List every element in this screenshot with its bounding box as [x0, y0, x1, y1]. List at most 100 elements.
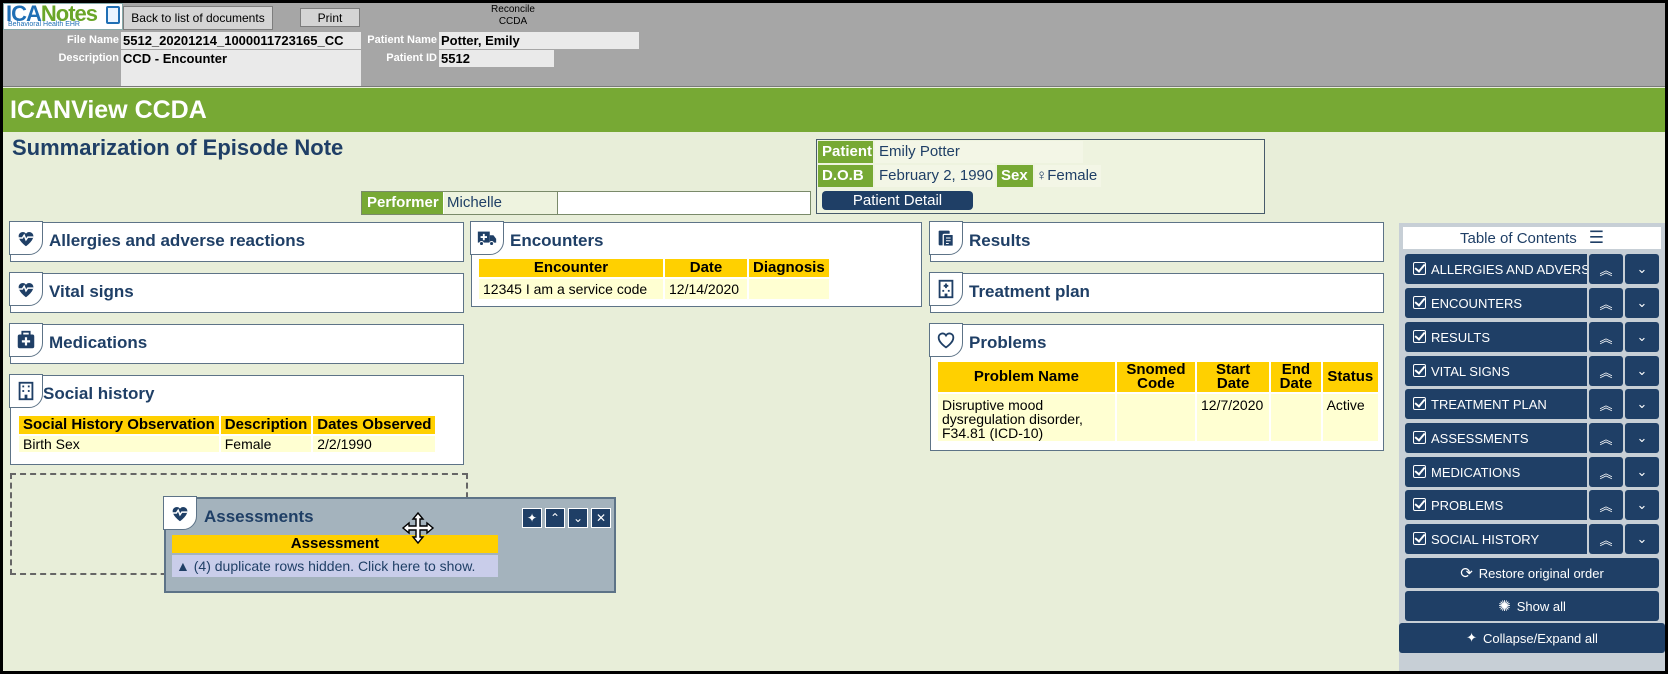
checkbox-icon[interactable]	[1413, 330, 1426, 343]
section-medications[interactable]: Medications	[9, 323, 464, 364]
checkbox-icon[interactable]	[1413, 296, 1426, 309]
table-header: Dates Observed	[313, 416, 436, 434]
chevron-down-icon[interactable]: ⌄	[1625, 356, 1659, 386]
patient-id-value: 5512	[439, 50, 554, 67]
table-cell: Disruptive mood dysregulation disorder, …	[938, 394, 1115, 441]
table-cell: 12/7/2020	[1196, 394, 1270, 441]
show-duplicates-link[interactable]: ▲ (4) duplicate rows hidden. Click here …	[172, 555, 498, 577]
hamburger-menu-icon[interactable]: ☰	[1589, 228, 1604, 248]
table-header: Snomed Code	[1116, 362, 1195, 392]
restore-original-order-button[interactable]: ⟳ Restore original order	[1405, 558, 1659, 588]
chevron-down-icon[interactable]: ⌄	[1625, 322, 1659, 352]
description-label: Description	[58, 52, 119, 64]
move-cursor-icon	[401, 511, 435, 545]
toc-item-allergies[interactable]: ALLERGIES AND ADVERSE	[1405, 254, 1587, 284]
move-top-icon[interactable]: ︽	[1589, 457, 1623, 487]
section-allergies[interactable]: Allergies and adverse reactions	[9, 221, 464, 262]
toc-item-problems[interactable]: PROBLEMS	[1405, 490, 1587, 520]
table-header: Assessment	[172, 535, 498, 553]
close-icon[interactable]: ✕	[591, 508, 611, 528]
move-top-icon[interactable]: ︽	[1589, 423, 1623, 453]
ambulance-icon	[470, 221, 504, 255]
performer-label: Performer	[362, 192, 443, 214]
section-social-history[interactable]: Social history Social History Observatio…	[9, 374, 464, 465]
refresh-icon: ⟳	[1460, 565, 1473, 582]
move-top-icon[interactable]: ︽	[1589, 524, 1623, 554]
toc-item-label: RESULTS	[1431, 329, 1490, 345]
print-button[interactable]: Print	[300, 8, 360, 27]
chevron-down-icon[interactable]: ⌄	[1625, 423, 1659, 453]
encounters-table: Encounter Date Diagnosis 12345 I am a se…	[477, 257, 831, 301]
table-cell: Female	[220, 436, 312, 452]
move-top-icon[interactable]: ︽	[1589, 490, 1623, 520]
reconcile-sublabel: CCDA	[498, 16, 528, 27]
table-of-contents: Table of Contents ☰ ALLERGIES AND ADVERS…	[1399, 223, 1665, 671]
collapse-expand-all-button[interactable]: ✦ Collapse/Expand all	[1399, 623, 1665, 653]
checkbox-icon[interactable]	[1413, 465, 1426, 478]
app-title: ICANView CCDA	[3, 88, 1665, 132]
section-encounters[interactable]: Encounters Encounter Date Diagnosis 1234…	[470, 221, 922, 307]
compress-icon[interactable]: ✦	[522, 508, 542, 528]
section-title: Problems	[969, 333, 1047, 352]
section-results[interactable]: Results	[929, 221, 1384, 262]
warning-icon: ▲	[176, 558, 190, 574]
heartbeat-icon	[9, 272, 43, 306]
toc-item-medications[interactable]: MEDICATIONS	[1405, 457, 1587, 487]
file-name-value: 5512_20201214_1000011723165_CC	[121, 32, 361, 49]
toc-item-vital-signs[interactable]: VITAL SIGNS	[1405, 356, 1587, 386]
section-treatment-plan[interactable]: Treatment plan	[929, 272, 1384, 313]
chevron-down-icon[interactable]: ⌄	[1625, 389, 1659, 419]
chevron-down-icon[interactable]: ⌄	[568, 508, 588, 528]
section-vital-signs[interactable]: Vital signs	[9, 272, 464, 313]
section-title: Vital signs	[49, 282, 134, 301]
table-header: Encounter	[479, 259, 663, 277]
toc-header[interactable]: Table of Contents ☰	[1403, 227, 1661, 249]
chevron-double-up-icon[interactable]: ⌃	[545, 508, 565, 528]
table-header: Problem Name	[938, 362, 1115, 392]
toc-item-treatment-plan[interactable]: TREATMENT PLAN	[1405, 389, 1587, 419]
chevron-down-icon[interactable]: ⌄	[1625, 524, 1659, 554]
section-problems[interactable]: Problems Problem Name Snomed Code Start …	[929, 323, 1384, 451]
toc-item-social-history[interactable]: SOCIAL HISTORY	[1405, 524, 1587, 554]
file-name-label: File Name	[67, 34, 119, 46]
table-cell	[749, 279, 829, 299]
table-header: Social History Observation	[19, 416, 219, 434]
description-value: CCD - Encounter	[121, 50, 361, 86]
table-row: 12345 I am a service code 12/14/2020	[479, 279, 829, 299]
checkbox-icon[interactable]	[1413, 532, 1426, 545]
section-assessments-dragging[interactable]: Assessments ✦ ⌃ ⌄ ✕ Assessment ▲ (4) dup…	[163, 496, 616, 593]
move-top-icon[interactable]: ︽	[1589, 288, 1623, 318]
chevron-down-icon[interactable]: ⌄	[1625, 457, 1659, 487]
move-top-icon[interactable]: ︽	[1589, 389, 1623, 419]
back-to-list-button[interactable]: Back to list of documents	[123, 6, 273, 30]
patient-summary-box: Patient Emily Potter D.O.B February 2, 1…	[816, 139, 1265, 214]
toc-item-results[interactable]: RESULTS	[1405, 322, 1587, 352]
sex-label: Sex	[997, 165, 1033, 187]
move-top-icon[interactable]: ︽	[1589, 322, 1623, 352]
table-cell: Active	[1322, 394, 1378, 441]
move-top-icon[interactable]: ︽	[1589, 356, 1623, 386]
checkbox-icon[interactable]	[1413, 397, 1426, 410]
move-top-icon[interactable]: ︽	[1589, 254, 1623, 284]
checkbox-icon[interactable]	[1413, 431, 1426, 444]
table-cell: Birth Sex	[19, 436, 219, 452]
table-header: Description	[220, 416, 312, 434]
checkbox-icon[interactable]	[1413, 498, 1426, 511]
checkbox-icon[interactable]	[1413, 364, 1426, 377]
chevron-down-icon[interactable]: ⌄	[1625, 490, 1659, 520]
duplicate-notice-text: (4) duplicate rows hidden. Click here to…	[193, 558, 476, 574]
reconcile-ccda-button[interactable]: Reconcile CCDA	[463, 4, 563, 28]
table-row: Birth Sex Female 2/2/1990	[19, 436, 436, 452]
show-all-button[interactable]: ✺ Show all	[1405, 591, 1659, 621]
table-cell: 12/14/2020	[665, 279, 747, 299]
checkbox-icon[interactable]	[1413, 262, 1426, 275]
dob-value: February 2, 1990	[875, 165, 995, 187]
patient-detail-button[interactable]: Patient Detail	[822, 191, 973, 210]
section-title: Social history	[43, 384, 155, 403]
chevron-down-icon[interactable]: ⌄	[1625, 288, 1659, 318]
chevron-down-icon[interactable]: ⌄	[1625, 254, 1659, 284]
toc-item-encounters[interactable]: ENCOUNTERS	[1405, 288, 1587, 318]
button-label: Restore original order	[1478, 565, 1604, 581]
toc-item-assessments[interactable]: ASSESSMENTS	[1405, 423, 1587, 453]
table-header: Diagnosis	[749, 259, 829, 277]
